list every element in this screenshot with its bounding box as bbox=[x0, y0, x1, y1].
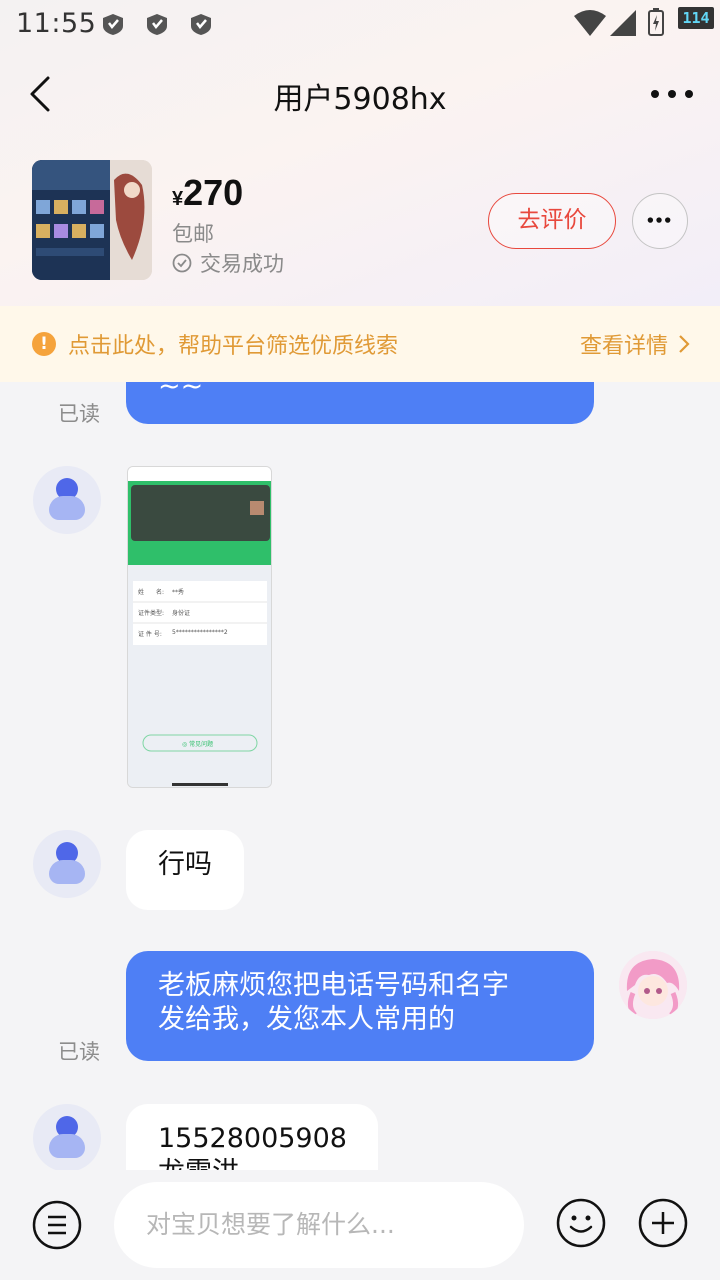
id-type-value: 身份证 bbox=[172, 610, 191, 617]
wifi-icon bbox=[574, 10, 606, 36]
menu-button[interactable] bbox=[32, 1200, 82, 1250]
app-notification-icon bbox=[147, 14, 167, 35]
chat-message-list[interactable]: ~~ 已读 姓 名: **秀 证件类型: 身份证 证 件 号: 5*******… bbox=[0, 382, 720, 1170]
view-details-link[interactable]: 查看详情 bbox=[580, 328, 690, 360]
battery-icon bbox=[648, 8, 664, 36]
game-screenshot-image bbox=[32, 160, 152, 280]
product-price: ¥270 bbox=[172, 172, 244, 213]
product-more-button[interactable] bbox=[632, 193, 688, 249]
id-name-label: 姓 名: bbox=[138, 589, 165, 596]
id-number-label: 证 件 号: bbox=[138, 631, 162, 638]
id-type-label: 证件类型: bbox=[138, 610, 165, 617]
app-notification-icon bbox=[103, 14, 123, 35]
faq-button-label: ◎ 常见问题 bbox=[182, 741, 214, 748]
composer-bar: 对宝贝想要了解什么... bbox=[0, 1170, 720, 1280]
tip-text[interactable]: 点击此处，帮助平台筛选优质线索 bbox=[68, 328, 398, 360]
review-button[interactable]: 去评价 bbox=[488, 193, 616, 249]
buyer-avatar[interactable] bbox=[33, 830, 101, 898]
warning-icon: ! bbox=[32, 332, 56, 356]
more-options-button[interactable] bbox=[648, 80, 696, 108]
id-number-value: 5****************2 bbox=[172, 629, 228, 636]
received-message-bubble[interactable]: 15528005908 龙雪洪 bbox=[126, 1104, 378, 1170]
back-button[interactable] bbox=[20, 70, 64, 118]
buyer-avatar[interactable] bbox=[33, 1104, 101, 1170]
sent-message-bubble[interactable]: ~~ bbox=[126, 382, 594, 424]
status-time: 11:55 bbox=[16, 8, 97, 39]
status-bar: 11:55 114 bbox=[0, 0, 720, 48]
deal-status-text: 交易成功 bbox=[200, 252, 284, 276]
check-circle-icon bbox=[172, 253, 192, 273]
tip-banner[interactable]: ! 点击此处，帮助平台筛选优质线索 查看详情 bbox=[0, 306, 720, 382]
sent-message-bubble[interactable]: 老板麻烦您把电话号码和名字 发给我，发您本人常用的 bbox=[126, 951, 594, 1061]
add-attachment-button[interactable] bbox=[638, 1198, 688, 1248]
seller-avatar[interactable] bbox=[619, 951, 687, 1019]
battery-level-badge: 114 bbox=[678, 7, 714, 29]
read-receipt: 已读 bbox=[58, 1040, 100, 1064]
header-area: 11:55 114 用户5908hx ¥270 包邮 交易成功 去评价 bbox=[0, 0, 720, 306]
read-receipt: 已读 bbox=[58, 402, 100, 426]
emoji-button[interactable] bbox=[556, 1198, 606, 1248]
image-message[interactable]: 姓 名: **秀 证件类型: 身份证 证 件 号: 5*************… bbox=[127, 466, 272, 788]
anime-avatar-image bbox=[619, 951, 687, 1019]
buyer-avatar[interactable] bbox=[33, 466, 101, 534]
product-card[interactable]: ¥270 包邮 交易成功 去评价 bbox=[0, 158, 720, 282]
signal-icon bbox=[610, 10, 636, 36]
chevron-right-icon bbox=[679, 335, 690, 353]
received-message-bubble[interactable]: 行吗 bbox=[126, 830, 244, 910]
product-thumbnail[interactable] bbox=[32, 160, 152, 280]
app-notification-icon bbox=[191, 14, 211, 35]
deal-status: 交易成功 bbox=[172, 248, 284, 278]
message-input[interactable]: 对宝贝想要了解什么... bbox=[114, 1182, 524, 1268]
shipping-label: 包邮 bbox=[172, 222, 214, 246]
nav-bar: 用户5908hx bbox=[0, 56, 720, 132]
page-title: 用户5908hx bbox=[273, 82, 447, 117]
id-name-value: **秀 bbox=[172, 589, 185, 596]
